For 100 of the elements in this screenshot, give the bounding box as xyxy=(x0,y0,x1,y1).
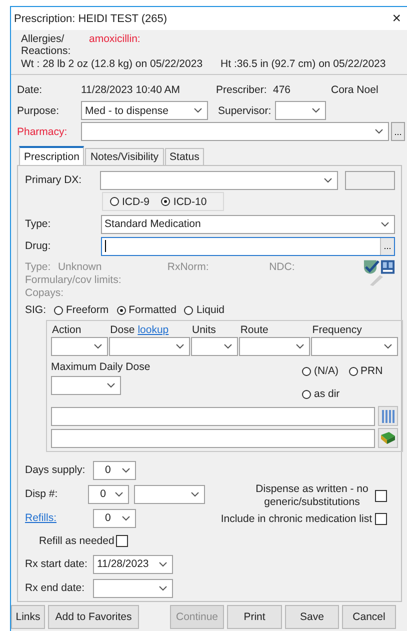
shield-check-icon[interactable] xyxy=(363,258,380,274)
chevron-icon xyxy=(384,344,392,349)
chevron-icon xyxy=(122,516,130,520)
sig-radio[interactable]: Liquid xyxy=(184,304,224,316)
pharmacy-dropdown[interactable] xyxy=(81,122,389,141)
primary-dx-dropdown[interactable] xyxy=(100,170,338,190)
footer-button[interactable]: Print xyxy=(227,605,282,629)
chevron-icon xyxy=(375,129,383,134)
date-value: 11/28/2023 10:40 AM xyxy=(81,84,182,96)
chevron-icon xyxy=(381,222,389,226)
dose-radio[interactable]: PRN xyxy=(348,361,383,381)
end-date-picker[interactable] xyxy=(93,578,173,598)
chevron-icon xyxy=(159,586,167,590)
chevron-icon xyxy=(224,344,232,349)
tab[interactable]: Notes/Visibility xyxy=(85,148,164,165)
date-label: Date: xyxy=(17,84,44,96)
icd-radio[interactable]: ICD-9 xyxy=(110,196,150,208)
height-text: Ht :36.5 in (92.7 cm) on 05/22/2023 xyxy=(220,58,386,70)
sig-label: SIG: xyxy=(25,304,46,316)
column-label: Units xyxy=(192,324,216,337)
chevron-icon xyxy=(114,492,123,496)
chevron-icon xyxy=(312,108,320,113)
weight-text: Wt : 28 lb 2 oz (12.8 kg) on 05/22/2023 xyxy=(21,58,203,70)
lookup-link[interactable]: lookup xyxy=(138,324,169,337)
dispense-as-written-checkbox[interactable] xyxy=(375,490,387,502)
refills-dropdown[interactable]: 0 xyxy=(93,508,136,528)
chevron-icon xyxy=(296,344,304,349)
footer-button[interactable]: Cancel xyxy=(342,605,396,629)
info-type-label: Type: xyxy=(25,260,52,272)
dx-code-field xyxy=(345,170,395,190)
tab[interactable]: Prescription xyxy=(19,146,84,165)
pharmacy-browse-button[interactable]: ... xyxy=(391,122,405,141)
grid-button[interactable] xyxy=(378,406,398,426)
chevron-icon xyxy=(194,108,202,113)
sig-text-field[interactable] xyxy=(51,406,375,426)
start-date-picker[interactable]: 11/28/2023 xyxy=(93,554,173,574)
ndc-label: NDC: xyxy=(269,260,296,272)
start-date-label: Rx start date: xyxy=(25,558,88,570)
supervisor-label: Supervisor: xyxy=(218,104,272,116)
prescriber-name: Cora Noel xyxy=(331,84,378,96)
type-dropdown[interactable]: Standard Medication xyxy=(100,214,395,234)
max-dose-dropdown[interactable] xyxy=(51,376,121,395)
drug-field[interactable]: ... xyxy=(100,236,395,256)
column-label: Frequency xyxy=(312,324,362,337)
pharmacy-label: Pharmacy: xyxy=(17,126,68,138)
sig-dropdown[interactable] xyxy=(51,337,108,356)
sig-dropdown[interactable] xyxy=(239,337,310,356)
sig-radio[interactable]: Formatted xyxy=(116,304,176,316)
prescriber-label: Prescriber: xyxy=(216,84,268,96)
footer-button[interactable]: Add to Favorites xyxy=(48,605,139,629)
disp-quantity-dropdown[interactable]: 0 xyxy=(88,484,129,504)
rxnorm-label: RxNorm: xyxy=(167,260,210,272)
footer-button[interactable]: Save xyxy=(285,605,339,629)
dispense-as-written-label: Dispense as written - no generic/substitutions xyxy=(254,483,370,509)
bars-icon xyxy=(381,408,395,424)
chronic-list-label: Include in chronic medication list xyxy=(220,513,372,525)
sig-dropdown[interactable] xyxy=(311,337,398,356)
purpose-dropdown[interactable]: Med - to dispense xyxy=(81,101,208,120)
chevron-icon xyxy=(107,383,115,388)
column-label: Action xyxy=(52,324,82,337)
sig-dropdown[interactable] xyxy=(109,337,190,356)
tab[interactable]: Status xyxy=(164,148,204,165)
info-type-value: Unknown xyxy=(58,260,103,272)
footer-button[interactable]: Links xyxy=(11,605,45,629)
icd-radio[interactable]: ICD-10 xyxy=(161,196,207,208)
formulary-label: Formulary/cov limits: xyxy=(25,274,122,286)
chevron-icon xyxy=(159,562,167,566)
drug-label: Drug: xyxy=(25,240,52,252)
column-label: Route xyxy=(240,324,268,337)
refill-as-needed-label: Refill as needed xyxy=(39,535,114,547)
chevron-icon xyxy=(190,492,199,496)
allergy-text: amoxicillin: xyxy=(89,33,140,47)
chevron-icon xyxy=(122,468,130,472)
close-button[interactable]: × xyxy=(390,10,403,27)
end-date-label: Rx end date: xyxy=(25,582,86,594)
chevron-icon xyxy=(324,178,332,182)
chevron-icon xyxy=(176,344,184,349)
chronic-list-checkbox[interactable] xyxy=(375,513,387,525)
primary-dx-label: Primary DX: xyxy=(25,174,83,186)
days-supply-label: Days supply: xyxy=(25,464,86,476)
days-supply-dropdown[interactable]: 0 xyxy=(93,460,136,480)
dose-radio[interactable]: as dir xyxy=(302,384,340,404)
drug-browse-button[interactable]: ... xyxy=(380,238,394,254)
sig-radio[interactable]: Freeform xyxy=(54,304,109,316)
copays-label: Copays: xyxy=(25,286,64,298)
type-label: Type: xyxy=(25,218,52,230)
sig-text-field[interactable] xyxy=(51,428,375,448)
sig-dropdown[interactable] xyxy=(191,337,238,356)
supervisor-dropdown[interactable] xyxy=(275,101,326,120)
allergies-label: Allergies/ Reactions: xyxy=(21,33,69,57)
refills-link[interactable]: Refills: xyxy=(25,512,93,524)
prescriber-id: 476 xyxy=(273,84,292,96)
column-label: Dose xyxy=(110,324,135,337)
disp-label: Disp #: xyxy=(25,488,59,500)
purpose-label: Purpose: xyxy=(17,104,60,116)
pencil-icon xyxy=(368,272,384,286)
window-title: Prescription: HEIDI TEST (265) xyxy=(14,12,168,24)
refill-as-needed-checkbox[interactable] xyxy=(116,535,128,547)
disp-unit-dropdown[interactable] xyxy=(134,484,205,504)
dose-radio[interactable]: (N/A) xyxy=(302,361,338,381)
